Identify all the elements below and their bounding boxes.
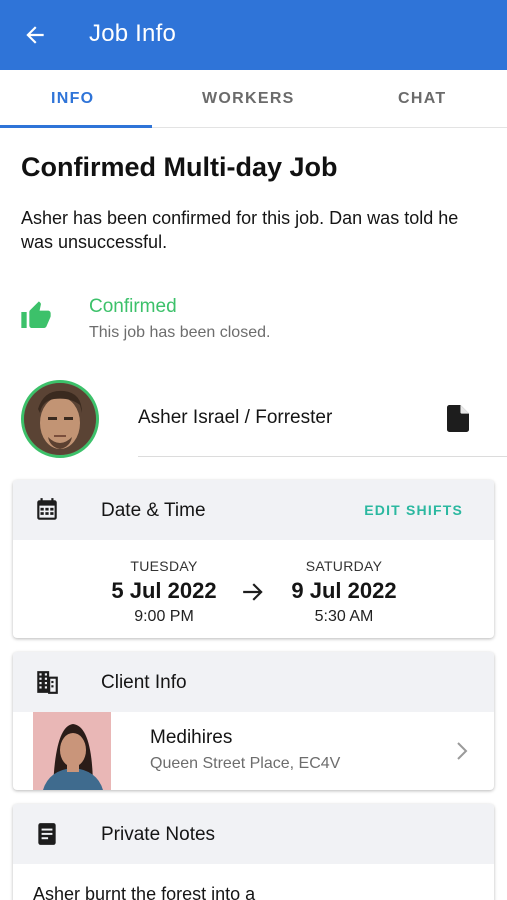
worker-avatar[interactable] xyxy=(21,380,99,458)
chevron-right-icon[interactable] xyxy=(456,741,468,761)
client-photo[interactable] xyxy=(33,712,111,790)
tab-bar: INFO WORKERS CHAT xyxy=(0,70,507,128)
private-notes-text[interactable]: Asher burnt the forest into a xyxy=(33,884,255,900)
active-tab-indicator xyxy=(0,125,152,128)
worker-name[interactable]: Asher Israel / Forrester xyxy=(138,407,332,429)
start-day: TUESDAY xyxy=(130,558,198,574)
divider xyxy=(138,456,507,457)
date-time-title: Date & Time xyxy=(101,500,206,521)
private-notes-header: Private Notes xyxy=(13,804,494,864)
notes-icon xyxy=(38,823,56,845)
end-date: 9 Jul 2022 xyxy=(291,578,397,603)
client-address: Queen Street Place, EC4V xyxy=(150,755,341,772)
tab-workers[interactable]: WORKERS xyxy=(202,90,295,108)
client-name[interactable]: Medihires xyxy=(150,727,232,749)
end-day: SATURDAY xyxy=(305,558,383,574)
private-notes-title: Private Notes xyxy=(101,824,216,845)
back-arrow-icon[interactable] xyxy=(22,22,48,48)
status-label: Confirmed xyxy=(89,296,177,317)
client-info-card: Client Info Medihires Queen Street Place… xyxy=(13,652,494,790)
date-time-card: Date & Time EDIT SHIFTS TUESDAY 5 Jul 20… xyxy=(13,480,494,638)
tab-chat[interactable]: CHAT xyxy=(398,90,446,108)
start-date: 5 Jul 2022 xyxy=(111,578,217,603)
job-title: Confirmed Multi-day Job xyxy=(21,152,338,182)
client-info-header: Client Info xyxy=(13,652,494,712)
arrow-right-icon xyxy=(243,583,263,601)
edit-shifts-button[interactable]: EDIT SHIFTS xyxy=(364,502,463,518)
worker-photo xyxy=(24,383,96,455)
end-time: 5:30 AM xyxy=(314,608,374,625)
job-description: Asher has been confirmed for this job. D… xyxy=(21,208,459,252)
app-bar: Job Info xyxy=(0,0,507,70)
private-notes-card: Private Notes Asher burnt the forest int… xyxy=(13,804,494,900)
start-time: 9:00 PM xyxy=(134,608,194,625)
tab-info[interactable]: INFO xyxy=(51,90,94,108)
page-title: Job Info xyxy=(89,20,176,47)
building-icon xyxy=(37,671,58,694)
calendar-icon xyxy=(37,498,57,520)
client-image xyxy=(33,712,111,790)
end-datetime: SATURDAY 9 Jul 2022 5:30 AM xyxy=(269,558,419,626)
client-info-title: Client Info xyxy=(101,672,187,693)
thumbs-up-icon xyxy=(21,301,51,328)
date-time-header: Date & Time EDIT SHIFTS xyxy=(13,480,494,540)
document-icon[interactable] xyxy=(447,405,469,432)
status-sublabel: This job has been closed. xyxy=(89,324,271,341)
start-datetime: TUESDAY 5 Jul 2022 9:00 PM xyxy=(89,558,239,626)
